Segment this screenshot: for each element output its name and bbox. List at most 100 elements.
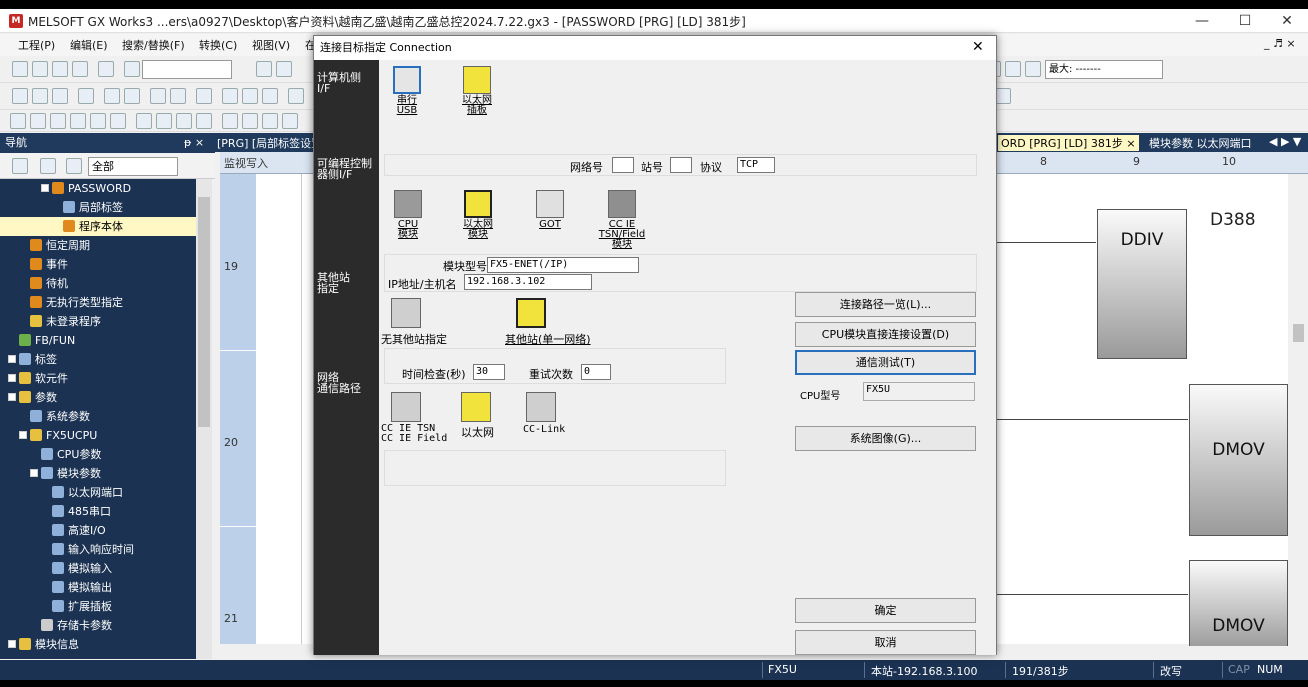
ethernet-route-label[interactable]: 以太网 (461, 424, 494, 440)
other-station-single-label[interactable]: 其他站(单一网络) (505, 331, 591, 347)
help-icon[interactable] (124, 61, 140, 77)
direct-connection-button[interactable]: CPU模块直接连接设置(D) (795, 322, 976, 347)
dev2-icon[interactable] (222, 88, 238, 104)
ok-button[interactable]: 确定 (795, 598, 976, 623)
ladder-scroll-thumb[interactable] (1293, 324, 1304, 342)
tree-item[interactable]: 模块信息 (0, 635, 196, 654)
hline-icon[interactable] (136, 113, 152, 129)
cc-ie-tsn-route-label[interactable]: CC IE TSN CC IE Field (381, 424, 447, 444)
tree-item[interactable]: 恒定周期 (0, 236, 196, 255)
replace-icon[interactable] (170, 88, 186, 104)
nav-settings-icon[interactable] (66, 158, 82, 174)
cc-ie-tsn-route-icon[interactable] (391, 392, 421, 422)
dev-icon[interactable] (196, 88, 212, 104)
tree-expander-icon[interactable] (8, 393, 16, 401)
program-icon[interactable] (12, 88, 28, 104)
dmov-instruction-1[interactable]: DMOV (1189, 384, 1288, 536)
zoom-combo[interactable]: 最大: ------- (1045, 60, 1163, 79)
tree-item[interactable]: FB/FUN (0, 331, 196, 350)
tree-item[interactable]: 标签 (0, 350, 196, 369)
tree-expander-icon[interactable] (41, 184, 49, 192)
tree-item[interactable]: 输入响应时间 (0, 540, 196, 559)
tree-item[interactable]: FX5UCPU (0, 426, 196, 445)
ethernet-route-icon[interactable] (461, 392, 491, 422)
undo-icon[interactable] (98, 61, 114, 77)
close-button[interactable]: ✕ (1275, 12, 1299, 30)
serial-usb-label[interactable]: 串行 USB (390, 96, 424, 116)
ip-field[interactable]: 192.168.3.102 (464, 274, 592, 290)
no-other-station-icon[interactable] (391, 298, 421, 328)
tree-item[interactable]: 事件 (0, 255, 196, 274)
dev4-icon[interactable] (262, 88, 278, 104)
print-icon[interactable] (72, 61, 88, 77)
open-icon[interactable] (32, 61, 48, 77)
ladder-edit-icon[interactable] (995, 88, 1011, 104)
falling-icon[interactable] (242, 113, 258, 129)
copy-icon[interactable] (276, 61, 292, 77)
save-icon[interactable] (52, 61, 68, 77)
nav-tree-icon[interactable] (12, 158, 28, 174)
device-icon[interactable] (78, 88, 94, 104)
window-icon[interactable] (104, 88, 120, 104)
nav-list-icon[interactable] (40, 158, 56, 174)
minimize-button[interactable]: — (1190, 12, 1214, 30)
got-label[interactable]: GOT (530, 220, 570, 230)
module-model-field[interactable]: FX5-ENET(/IP) (487, 257, 639, 273)
tree-item[interactable]: 485串口 (0, 502, 196, 521)
tree-item[interactable]: CPU参数 (0, 445, 196, 464)
tree-item[interactable]: 以太网端口 (0, 483, 196, 502)
connection-test-button[interactable]: 通信测试(T) (795, 350, 976, 375)
route-list-button[interactable]: 连接路径一览(L)... (795, 292, 976, 317)
dmov-instruction-2[interactable]: DMOV (1189, 560, 1288, 650)
window2-icon[interactable] (124, 88, 140, 104)
search-combo[interactable] (142, 60, 232, 79)
menu-project[interactable]: 工程(P) (18, 37, 55, 53)
tree-item[interactable]: 无执行类型指定 (0, 293, 196, 312)
system-image-button[interactable]: 系统图像(G)... (795, 426, 976, 451)
contact-nc-icon[interactable] (30, 113, 46, 129)
function-icon[interactable] (110, 113, 126, 129)
nav-pin-close[interactable]: ᵽ × (184, 133, 204, 153)
timeout-field[interactable]: 30 (473, 364, 505, 380)
new-icon[interactable] (12, 61, 28, 77)
tree-item[interactable]: 未登录程序 (0, 312, 196, 331)
contact-no-icon[interactable] (10, 113, 26, 129)
tree-item[interactable]: 模拟输出 (0, 578, 196, 597)
tree-item[interactable]: 存储卡参数 (0, 616, 196, 635)
tab-scroll-arrows[interactable]: ◀ ▶ ▼ (1269, 135, 1301, 148)
network-no-field[interactable] (612, 157, 634, 173)
tree-item[interactable]: 待机 (0, 274, 196, 293)
parallel-no-icon[interactable] (50, 113, 66, 129)
tab-local-label[interactable]: [PRG] [局部标签设置 (217, 135, 322, 151)
cf10-icon[interactable] (196, 113, 212, 129)
tree-expander-icon[interactable] (8, 374, 16, 382)
ladder-vertical-scrollbar[interactable] (1288, 174, 1308, 646)
tree-item[interactable]: 参数 (0, 388, 196, 407)
retry-field[interactable]: 0 (581, 364, 611, 380)
tree-expander-icon[interactable] (8, 640, 16, 648)
tree-expander-icon[interactable] (19, 431, 27, 439)
read-icon[interactable] (32, 88, 48, 104)
menu-edit[interactable]: 编辑(E) (70, 37, 108, 53)
other-station-single-icon[interactable] (516, 298, 546, 328)
tree-expander-icon[interactable] (8, 355, 16, 363)
cpu-module-icon[interactable] (394, 190, 422, 218)
rising-icon[interactable] (222, 113, 238, 129)
tree-item[interactable]: 模块参数 (0, 464, 196, 483)
cpu-module-label[interactable]: CPU 模块 (388, 220, 428, 240)
ethernet-module-label[interactable]: 以太网 模块 (458, 220, 498, 240)
menu-convert[interactable]: 转换(C) (199, 37, 237, 53)
mdi-window-controls[interactable]: _ ♬ × (1264, 37, 1296, 50)
ethernet-board-icon[interactable] (463, 66, 491, 94)
tree-expander-icon[interactable] (30, 469, 38, 477)
dev3-icon[interactable] (242, 88, 258, 104)
no-other-station-label[interactable]: 无其他站指定 (381, 331, 447, 347)
tree-item[interactable]: PASSWORD (0, 179, 196, 198)
protocol-field[interactable]: TCP (737, 157, 775, 173)
tab-module-param-ethernet[interactable]: 模块参数 以太网端口 (1149, 135, 1252, 151)
tree-item[interactable]: 扩展插板 (0, 597, 196, 616)
nav-scroll-thumb[interactable] (198, 197, 210, 427)
menu-find-replace[interactable]: 搜索/替换(F) (122, 37, 185, 53)
cc-ie-tsn-module-label[interactable]: CC IE TSN/Field 模块 (596, 220, 648, 250)
tree-item[interactable]: 系统参数 (0, 407, 196, 426)
